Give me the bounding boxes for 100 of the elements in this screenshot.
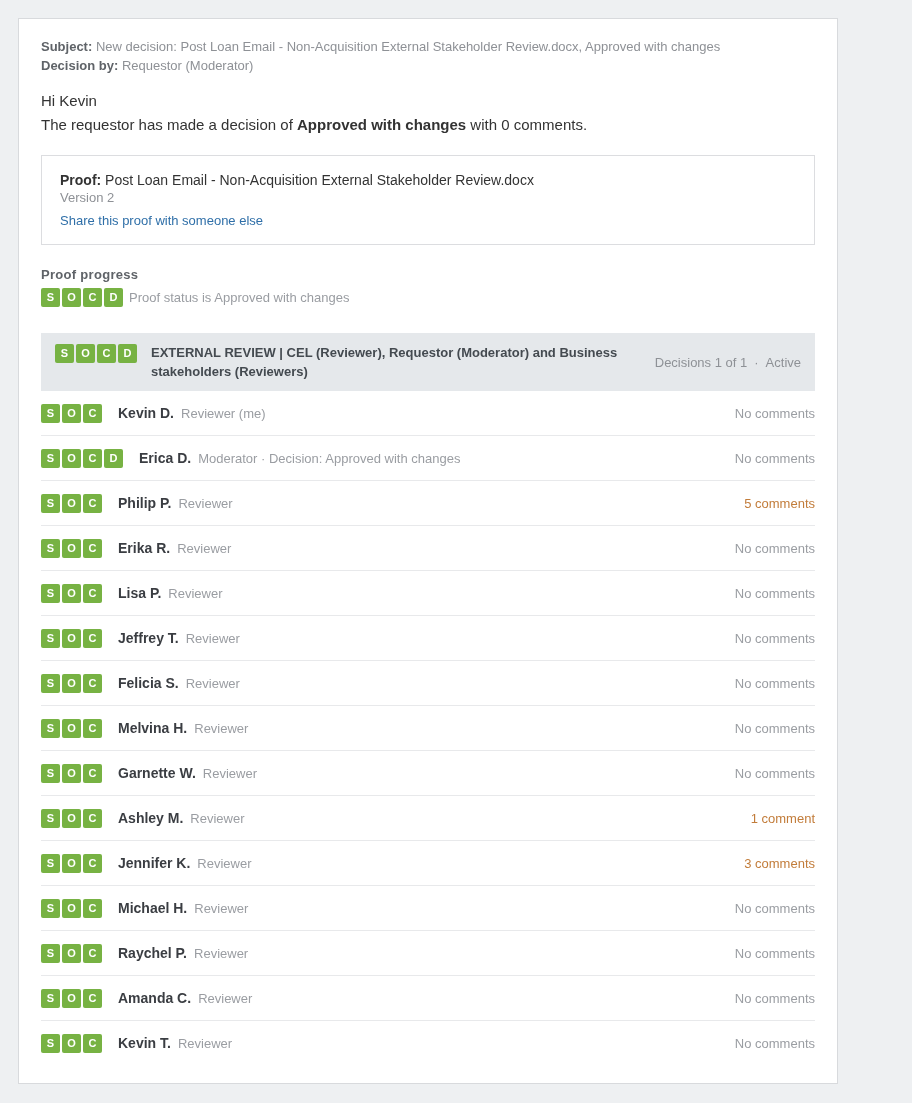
comment-count: No comments — [734, 1034, 815, 1053]
progress-title: Proof progress — [41, 266, 140, 284]
stage-badge: C — [83, 583, 102, 603]
reviewer-name: Raychel P. — [118, 943, 187, 963]
stage-badge: S — [41, 403, 60, 423]
separator-dot: · — [754, 353, 759, 372]
review-group-title: EXTERNAL REVIEW | CEL (Reviewer), Requestor (Moderator) and Business stakeholders (Reviewers) — [151, 344, 619, 381]
stage-badge: O — [62, 763, 81, 783]
reviewer-name: Jeffrey T. — [118, 628, 179, 648]
reviewer-name: Michael H. — [118, 898, 188, 918]
comment-count: No comments — [734, 539, 815, 558]
reviewer-role: Reviewer — [168, 584, 223, 603]
reviewer-role: Reviewer — [194, 944, 249, 963]
stage-badge: C — [83, 808, 102, 828]
stage-badge: C — [83, 403, 102, 423]
stage-badge: S — [41, 493, 60, 513]
stage-badge: C — [83, 288, 102, 307]
comment-count: No comments — [734, 449, 815, 468]
stage-badge: S — [55, 344, 74, 363]
stage-badge: D — [104, 448, 123, 468]
reviewer-role: Reviewer — [202, 764, 257, 783]
stage-badge: S — [41, 898, 60, 918]
comment-count: No comments — [734, 719, 815, 738]
stage-badge: O — [76, 344, 95, 363]
stage-badge: C — [83, 628, 102, 648]
subject-label: Subject: — [41, 39, 93, 54]
comment-count: No comments — [734, 584, 815, 603]
reviewer-role: Reviewer — [197, 854, 252, 873]
comment-count: No comments — [734, 899, 815, 918]
stage-badge: S — [41, 763, 60, 783]
reviewer-name: Melvina H. — [118, 718, 188, 738]
stage-badge: C — [97, 344, 116, 363]
stage-badge: S — [41, 628, 60, 648]
reviewer-name: Kevin D. — [118, 403, 174, 423]
proof-label: Proof: — [60, 172, 102, 188]
stage-badge: C — [83, 448, 102, 468]
stage-badge: C — [83, 493, 102, 513]
subject-text: New decision: Post Loan Email - Non-Acquisition External Stakeholder Review.docx, Approved with changes — [95, 39, 721, 54]
stage-badge: C — [83, 1033, 102, 1053]
stage-badge: C — [83, 898, 102, 918]
stage-badge: S — [41, 988, 60, 1008]
stage-badge: C — [83, 988, 102, 1008]
message-text: The requestor has made a decision of Approved with changes with 0 comments. — [41, 115, 589, 135]
comment-count: No comments — [734, 404, 815, 423]
stage-badge: S — [41, 448, 60, 468]
reviewer-role: Reviewer — [190, 809, 245, 828]
stage-badge: O — [62, 628, 81, 648]
stage-badge: O — [62, 853, 81, 873]
comment-count: 3 comments — [744, 854, 815, 873]
reviewer-role: Reviewer — [177, 1034, 233, 1053]
stage-badge: S — [41, 943, 60, 963]
stage-badge: O — [62, 898, 81, 918]
group-status: Active — [765, 353, 801, 372]
comment-count: 1 comment — [750, 809, 815, 828]
reviewer-role: Reviewer — [178, 494, 233, 513]
stage-badge: O — [62, 448, 81, 468]
stage-badge: C — [83, 718, 102, 738]
stage-badge: O — [62, 988, 81, 1008]
reviewer-name: Erika R. — [118, 538, 171, 558]
reviewer-role: Reviewer — [198, 989, 253, 1008]
comment-count: 5 comments — [744, 494, 815, 513]
share-link[interactable]: Share this proof with someone else — [60, 213, 264, 228]
decision-by-text: Requestor (Moderator) — [121, 58, 254, 73]
proof-status-text: Proof status is Approved with changes — [129, 289, 350, 307]
stage-badge: S — [41, 808, 60, 828]
decision-by-label: Decision by: — [41, 58, 119, 73]
comment-count: No comments — [734, 764, 815, 783]
stage-badge: C — [83, 763, 102, 783]
greeting-text: Hi Kevin — [41, 91, 98, 111]
reviewer-name: Felicia S. — [118, 673, 179, 693]
stage-badge: C — [83, 853, 102, 873]
reviewer-role: Reviewer (me) — [181, 404, 266, 423]
stage-badge: O — [62, 808, 81, 828]
reviewer-role: Moderator · Decision: Approved with changes — [198, 449, 461, 468]
comment-count: No comments — [734, 989, 815, 1008]
reviewer-name: Amanda C. — [118, 988, 192, 1008]
decisions-count: Decisions 1 of 1 — [654, 353, 748, 372]
stage-badge: O — [62, 493, 81, 513]
stage-badge: D — [104, 288, 123, 307]
reviewer-name: Ashley M. — [118, 808, 184, 828]
comment-count: No comments — [734, 629, 815, 648]
stage-badge: O — [62, 538, 81, 558]
reviewer-role: Reviewer — [177, 539, 232, 558]
proof-file-name: Post Loan Email - Non-Acquisition External Stakeholder Review.docx — [105, 172, 534, 188]
reviewer-name: Lisa P. — [118, 583, 162, 603]
stage-badge: S — [41, 1033, 60, 1053]
stage-badge: C — [83, 943, 102, 963]
stage-badge: O — [62, 673, 81, 693]
stage-badge: D — [118, 344, 137, 363]
stage-badge: O — [62, 1033, 81, 1053]
comment-count: No comments — [734, 944, 815, 963]
reviewer-role: Reviewer — [194, 899, 249, 918]
stage-badge: S — [41, 718, 60, 738]
reviewer-role: Reviewer — [194, 719, 249, 738]
stage-badge: O — [62, 403, 81, 423]
reviewer-role: Reviewer — [185, 629, 240, 648]
stage-badge: S — [41, 853, 60, 873]
stage-badge: S — [41, 538, 60, 558]
stage-badge: S — [41, 673, 60, 693]
version-text: Version 2 — [60, 190, 116, 206]
